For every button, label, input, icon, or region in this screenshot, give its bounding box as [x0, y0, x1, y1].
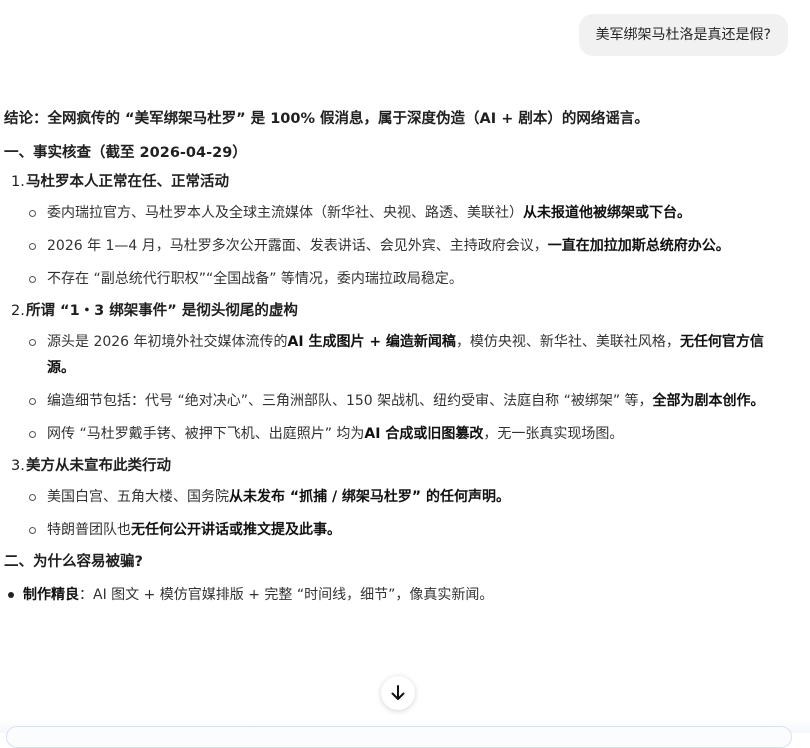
detail-text: ，无一张真实现场图。: [483, 426, 624, 442]
list-item: 网传 “马杜罗戴手铐、被押下飞机、出庭照片” 均为AI 合成或旧图篡改，无一张真…: [4, 421, 794, 447]
section-heading-why-fooled: 二、为什么容易被骗?: [4, 554, 143, 570]
detail-emphasis: 无任何公开讲话或推文提及此事。: [131, 522, 341, 538]
fact-check-list: 1. 马杜罗本人正常在任、正常活动 委内瑞拉官方、马杜罗本人及全球主流媒体（新华…: [4, 170, 794, 543]
user-message-bubble: 美军绑架马杜洛是真还是假?: [578, 14, 788, 56]
detail-text: 不存在 “副总统代行职权”“全国战备” 等情况，委内瑞拉政局稳定。: [47, 271, 463, 287]
list-item: 2026 年 1—4 月，马杜罗多次公开露面、发表讲话、会见外宾、主持政府会议，…: [4, 233, 794, 259]
bullet-circle-icon: [29, 276, 36, 283]
detail-emphasis: 从未报道他被绑架或下台。: [523, 205, 691, 221]
detail-emphasis: 从未发布 “抓捕 / 绑架马杜罗” 的任何声明。: [229, 489, 511, 505]
item-title: 所谓 “1・3 绑架事件” 是彻头彻尾的虚构: [26, 303, 298, 319]
conclusion-paragraph: 结论：全网疯传的 “美军绑架马杜罗” 是 100% 假消息，属于深度伪造（AI …: [4, 107, 794, 131]
fact-item-3-details: 美国白宫、五角大楼、国务院从未发布 “抓捕 / 绑架马杜罗” 的任何声明。 特朗…: [4, 484, 794, 543]
reason-title: 制作精良: [23, 587, 79, 603]
detail-text: 美国白宫、五角大楼、国务院: [47, 489, 229, 505]
bullet-circle-icon: [29, 494, 36, 501]
detail-text: 特朗普团队也: [47, 522, 131, 538]
item-title: 美方从未宣布此类行动: [26, 458, 171, 474]
item-title: 马杜罗本人正常在任、正常活动: [26, 174, 229, 190]
bullet-circle-icon: [29, 210, 36, 217]
list-item: 源头是 2026 年初境外社交媒体流传的AI 生成图片 + 编造新闻稿，模仿央视…: [4, 329, 794, 381]
bullet-circle-icon: [29, 339, 36, 346]
fact-item-2-details: 源头是 2026 年初境外社交媒体流传的AI 生成图片 + 编造新闻稿，模仿央视…: [4, 329, 794, 447]
bullet-dot-icon: [8, 592, 14, 598]
fact-item-2: 2. 所谓 “1・3 绑架事件” 是彻头彻尾的虚构: [4, 299, 794, 323]
bullet-circle-icon: [29, 527, 36, 534]
reason-text: ：AI 图文 + 模仿官媒排版 + 完整 “时间线，细节”，像真实新闻。: [79, 587, 494, 603]
fact-item-1: 1. 马杜罗本人正常在任、正常活动: [4, 170, 794, 194]
scroll-to-bottom-button[interactable]: [381, 676, 415, 710]
item-number: 1.: [11, 174, 25, 190]
list-item: 编造细节包括：代号 “绝对决心”、三角洲部队、150 架战机、纽约受审、法庭自称…: [4, 388, 794, 414]
list-item: 特朗普团队也无任何公开讲话或推文提及此事。: [4, 517, 794, 543]
list-item: 制作精良：AI 图文 + 模仿官媒排版 + 完整 “时间线，细节”，像真实新闻。: [4, 582, 794, 608]
bullet-circle-icon: [29, 431, 36, 438]
detail-text: 编造细节包括：代号 “绝对决心”、三角洲部队、150 架战机、纽约受审、法庭自称…: [47, 393, 653, 409]
detail-text: 2026 年 1—4 月，马杜罗多次公开露面、发表讲话、会见外宾、主持政府会议，: [47, 238, 548, 254]
detail-text: ，模仿央视、新华社、美联社风格，: [455, 334, 680, 350]
list-item: 美国白宫、五角大楼、国务院从未发布 “抓捕 / 绑架马杜罗” 的任何声明。: [4, 484, 794, 510]
detail-text: 源头是 2026 年初境外社交媒体流传的: [47, 334, 288, 350]
detail-text: 网传 “马杜罗戴手铐、被押下飞机、出庭照片” 均为: [47, 426, 365, 442]
fact-item-3: 3. 美方从未宣布此类行动: [4, 454, 794, 478]
conclusion-lead: 结论：: [4, 111, 48, 127]
message-input-edge[interactable]: [6, 726, 792, 748]
detail-text: 委内瑞拉官方、马杜罗本人及全球主流媒体（新华社、央视、路透、美联社）: [47, 205, 523, 221]
item-number: 3.: [11, 458, 25, 474]
fact-item-1-details: 委内瑞拉官方、马杜罗本人及全球主流媒体（新华社、央视、路透、美联社）从未报道他被…: [4, 200, 794, 292]
conclusion-body: 全网疯传的 “美军绑架马杜罗” 是 100% 假消息，属于深度伪造（AI + 剧…: [47, 111, 649, 127]
bullet-circle-icon: [29, 243, 36, 250]
list-item: 委内瑞拉官方、马杜罗本人及全球主流媒体（新华社、央视、路透、美联社）从未报道他被…: [4, 200, 794, 226]
assistant-answer: 结论：全网疯传的 “美军绑架马杜罗” 是 100% 假消息，属于深度伪造（AI …: [4, 107, 794, 608]
user-message-text: 美军绑架马杜洛是真还是假?: [595, 27, 771, 43]
list-item: 不存在 “副总统代行职权”“全国战备” 等情况，委内瑞拉政局稳定。: [4, 266, 794, 292]
arrow-down-icon: [391, 685, 405, 700]
detail-emphasis: 一直在加拉加斯总统府办公。: [547, 238, 730, 254]
detail-emphasis: AI 合成或旧图篡改: [364, 426, 484, 442]
detail-emphasis: AI 生成图片 + 编造新闻稿: [287, 334, 456, 350]
detail-emphasis: 全部为剧本创作。: [652, 393, 765, 409]
bullet-circle-icon: [29, 398, 36, 405]
item-number: 2.: [11, 303, 25, 319]
section-heading-fact-check: 一、事实核查（截至 2026-04-29）: [4, 145, 247, 161]
